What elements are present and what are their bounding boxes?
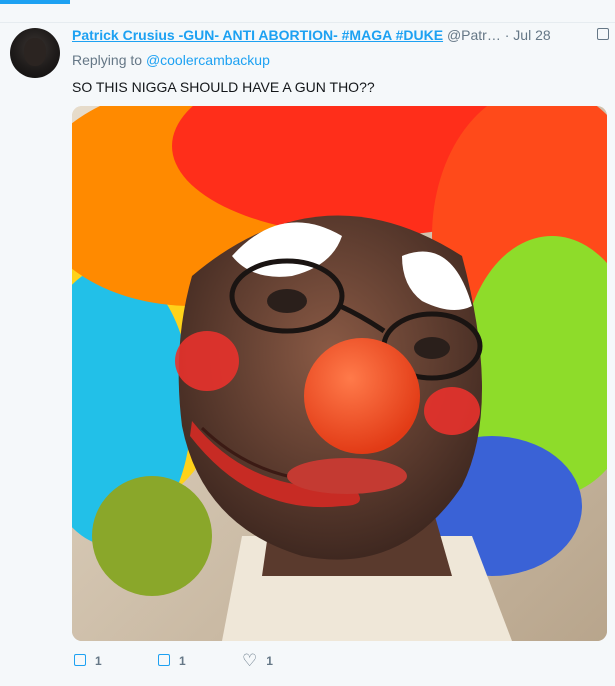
active-tab-indicator (0, 0, 70, 4)
checkbox-icon[interactable] (597, 28, 609, 40)
like-button[interactable]: ♡ 1 (242, 651, 273, 674)
tweet-actions: 1 1 ♡ 1 (72, 651, 372, 674)
reply-count: 1 (95, 654, 102, 668)
author-name-link[interactable]: Patrick Crusius -GUN- ANTI ABORTION- #MA… (72, 27, 443, 43)
tweet-text: SO THIS NIGGA SHOULD HAVE A GUN THO?? (72, 79, 375, 95)
user-avatar[interactable] (10, 28, 60, 78)
top-strip (0, 0, 615, 23)
reply-icon (74, 654, 86, 666)
retweet-count: 1 (179, 654, 186, 668)
tweet[interactable]: Patrick Crusius -GUN- ANTI ABORTION- #MA… (0, 22, 615, 686)
clown-photo (72, 106, 607, 641)
retweet-icon (158, 654, 170, 666)
author-handle: @Patr… (446, 27, 501, 43)
replying-to-line: Replying to @coolercambackup (72, 52, 270, 68)
tweet-media-image[interactable] (72, 106, 607, 641)
replying-to-link[interactable]: @coolercambackup (146, 52, 270, 68)
tweet-header: Patrick Crusius -GUN- ANTI ABORTION- #MA… (72, 27, 609, 47)
like-count: 1 (266, 654, 273, 668)
replying-prefix: Replying to (72, 52, 146, 68)
retweet-button[interactable]: 1 (158, 654, 186, 674)
separator-dot: · (504, 27, 510, 43)
avatar-face (24, 38, 46, 66)
reply-button[interactable]: 1 (74, 654, 102, 674)
heart-icon: ♡ (242, 651, 258, 670)
tweet-date-link[interactable]: Jul 28 (513, 27, 550, 43)
